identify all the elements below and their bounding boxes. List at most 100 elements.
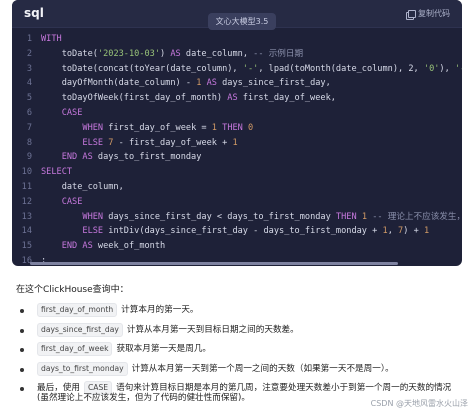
- code-token: AS: [227, 93, 238, 104]
- code-token: toDate(concat(toYear(date_column),: [41, 63, 243, 74]
- code-text: END AS week_of_month: [41, 239, 165, 254]
- bullet-text: 计算从本月第一天到第一个周一之间的天数（如果第一天不是周一）。: [131, 363, 394, 374]
- code-text: toDate(concat(toYear(date_column), '-', …: [41, 62, 462, 77]
- code-token: first_day_of_week =: [103, 122, 212, 133]
- line-number: 4: [26, 78, 32, 89]
- line-number: 10: [21, 167, 32, 178]
- code-token: date_column,: [41, 181, 124, 192]
- inline-code: days_since_first_day: [37, 322, 123, 337]
- line-number: 6: [26, 107, 32, 118]
- code-token: intDiv(days_since_first_day - days_to_fi…: [103, 226, 383, 237]
- bullet-text: 获取本月第一天是周几。: [116, 344, 212, 354]
- code-text: WHEN first_day_of_week = 1 THEN 0: [41, 121, 253, 136]
- code-line: 15 END AS week_of_month: [12, 239, 462, 254]
- code-line: 11 date_column,: [12, 180, 462, 195]
- code-token: week_of_month: [92, 241, 166, 252]
- code-token: THEN: [222, 122, 243, 133]
- line-number: 3: [26, 63, 32, 74]
- line-number: 8: [26, 137, 32, 148]
- code-token: AS: [170, 48, 181, 59]
- model-badge: 文心大模型3.5: [208, 13, 276, 30]
- line-number: 9: [26, 152, 32, 163]
- line-number: 11: [21, 181, 32, 192]
- line-number: 13: [21, 211, 32, 222]
- inline-code: days_to_first_monday: [37, 361, 128, 376]
- code-token: ,: [387, 226, 399, 237]
- code-line: 14 ELSE intDiv(days_since_first_day - da…: [12, 224, 462, 239]
- code-line: 13 WHEN days_since_first_day < days_to_f…: [12, 210, 462, 225]
- code-token: WHEN: [82, 211, 104, 222]
- code-text: CASE: [41, 106, 83, 121]
- line-number: 2: [26, 48, 32, 59]
- code-token: ELSE: [82, 137, 104, 148]
- scrollbar-thumb[interactable]: [30, 262, 398, 265]
- code-token: ELSE: [82, 226, 104, 237]
- code-token: - first_day_of_week +: [113, 137, 233, 148]
- bullet-text: 计算从本月第一天到目标日期之间的天数差。: [126, 324, 299, 335]
- list-item: first_day_of_week 获取本月第一天是周几。: [20, 342, 470, 362]
- copy-code-label: 复制代码: [418, 9, 450, 18]
- code-token: days_since_first_day < days_to_first_mon…: [103, 211, 336, 222]
- code-token: first_day_of_week,: [237, 93, 336, 104]
- copy-code-button[interactable]: 复制代码: [406, 7, 450, 21]
- line-number: 7: [26, 122, 32, 133]
- code-line: 9 END AS days_to_first_monday: [12, 150, 462, 165]
- code-line: 8 ELSE 7 - first_day_of_week + 1: [12, 136, 462, 151]
- copy-icon: [406, 9, 416, 20]
- code-text: CASE: [41, 195, 83, 210]
- code-line: 7 WHEN first_day_of_week = 1 THEN 0: [12, 121, 462, 136]
- code-token: toDayOfWeek(first_day_of_month): [41, 93, 228, 104]
- code-text: toDate('2023-10-03') AS date_column, -- …: [41, 47, 303, 62]
- code-token: ): [160, 48, 171, 59]
- code-token: -- 示例日期: [253, 48, 304, 59]
- inline-code: first_day_of_month: [37, 303, 118, 317]
- list-item: days_since_first_day 计算从本月第一天到目标日期之间的天数差。: [20, 322, 470, 343]
- code-token: SELECT: [41, 167, 73, 178]
- code-text: END AS days_to_first_monday: [41, 150, 202, 165]
- code-token: 0: [248, 122, 254, 133]
- code-content: 1 WITH 2 toDate('2023-10-03') AS date_colu…: [12, 32, 462, 266]
- code-token: days_to_first_monday: [92, 152, 202, 163]
- line-number: 12: [21, 196, 32, 207]
- line-number: 5: [26, 93, 32, 104]
- code-token: 1: [423, 226, 430, 237]
- code-token: '2023-10-03': [97, 48, 161, 59]
- list-item: first_day_of_month 计算本月的第一天。: [20, 303, 470, 323]
- code-token: '-': [242, 63, 259, 74]
- code-token: '0': [423, 63, 440, 74]
- bullet-continuation: (虽然理论上不应该发生，但为了代码的健壮性而保留)。: [37, 393, 250, 403]
- line-number: 14: [21, 226, 32, 237]
- code-token: CASE: [61, 196, 83, 207]
- code-line: 6 CASE: [12, 106, 462, 121]
- code-line: 12 CASE: [12, 195, 462, 210]
- code-text: SELECT: [41, 165, 72, 180]
- code-text: toDayOfWeek(first_day_of_month) AS first…: [41, 91, 336, 106]
- code-text: date_column,: [41, 180, 124, 195]
- line-number: 15: [21, 241, 32, 252]
- bullet-text: 计算本月的第一天。: [121, 305, 199, 315]
- code-line: 2 toDate('2023-10-03') AS date_column, -…: [12, 47, 462, 62]
- code-token: CASE: [61, 107, 83, 118]
- code-token: ),: [439, 63, 455, 74]
- line-number: 1: [26, 34, 32, 44]
- code-text: WITH: [41, 32, 62, 47]
- code-token: WITH: [41, 34, 62, 44]
- code-token: date_column,: [180, 48, 254, 59]
- code-line: 4 dayOfMonth(date_column) - 1 AS days_si…: [12, 76, 462, 91]
- code-header: sql 文心大模型3.5 复制代码: [12, 0, 462, 30]
- code-token: , lpad(toMonth(date_column), 2,: [258, 63, 424, 74]
- code-line: 1 WITH: [12, 32, 462, 47]
- list-item: days_to_first_monday 计算从本月第一天到第一个周一之间的天数（…: [20, 361, 470, 382]
- horizontal-scrollbar[interactable]: [24, 262, 462, 266]
- code-token: THEN: [335, 211, 357, 222]
- code-line: 10 SELECT: [12, 165, 462, 180]
- code-text: ELSE 7 - first_day_of_week + 1: [41, 136, 237, 151]
- code-token: AS: [206, 78, 217, 89]
- code-token: -- 理论上不应该发生，: [372, 211, 462, 222]
